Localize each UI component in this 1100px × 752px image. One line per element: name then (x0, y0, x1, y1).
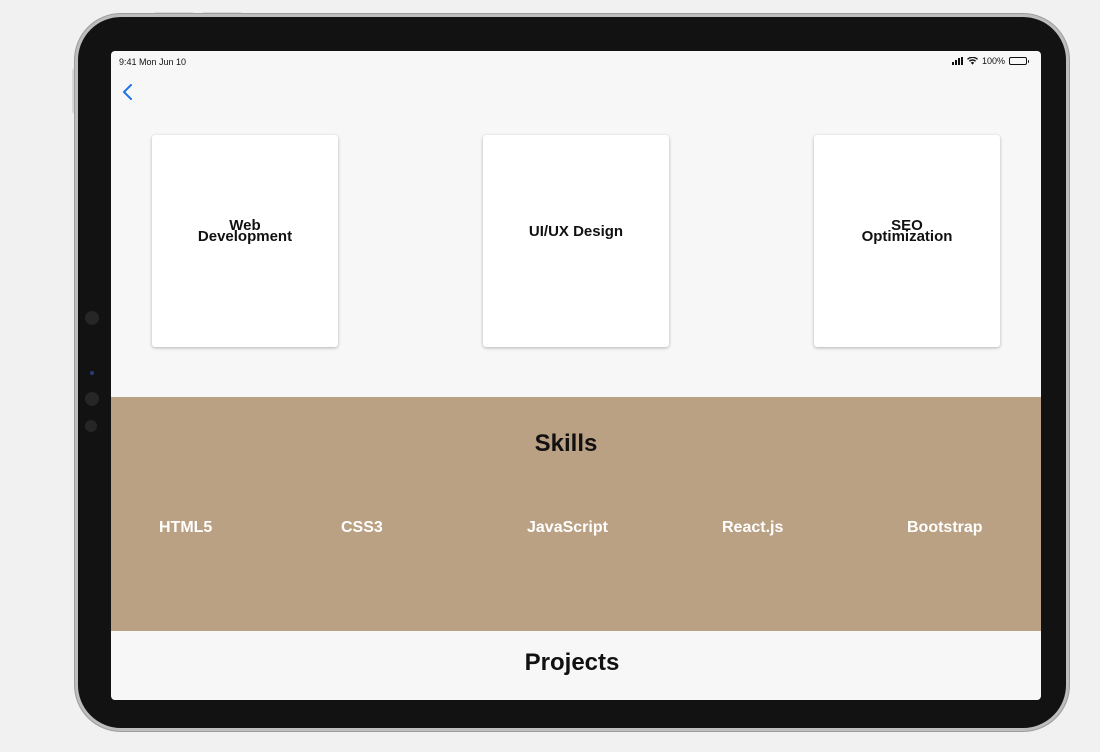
service-card-label: SEO Optimization (861, 217, 953, 245)
service-card-label: Web Development (197, 217, 293, 245)
back-chevron-icon[interactable] (119, 81, 137, 103)
signal-icon (951, 57, 963, 65)
status-bar: 9:41 Mon Jun 10 100% (111, 51, 1041, 73)
skill-item: HTML5 (159, 519, 213, 536)
status-indicators: 100% (951, 56, 1029, 66)
wifi-icon (966, 57, 978, 65)
skills-heading: Skills (534, 430, 598, 457)
skill-item: JavaScript (527, 519, 608, 536)
device-camera-dot (85, 311, 99, 325)
device-indicator-dot (90, 371, 94, 375)
projects-heading: Projects (524, 649, 620, 676)
device-sensor-dot (85, 420, 97, 432)
service-card-label: UI/UX Design (528, 222, 624, 240)
service-card-seo-optimization[interactable]: SEO Optimization (814, 135, 1000, 347)
service-card-ui-ux-design[interactable]: UI/UX Design (483, 135, 669, 347)
battery-percent: 100% (981, 56, 1005, 66)
status-time: 9:41 Mon Jun 10 (119, 57, 187, 67)
service-card-web-development[interactable]: Web Development (152, 135, 338, 347)
skills-section: Skills HTML5 CSS3 JavaScript React.js Bo… (111, 397, 1041, 631)
skill-item: CSS3 (341, 519, 383, 536)
device-sensor-dot (85, 392, 99, 406)
skill-item: React.js (722, 519, 784, 536)
screen: 9:41 Mon Jun 10 100% Web Development UI/U… (111, 51, 1041, 700)
battery-icon (1009, 57, 1029, 65)
skill-item: Bootstrap (907, 519, 983, 536)
